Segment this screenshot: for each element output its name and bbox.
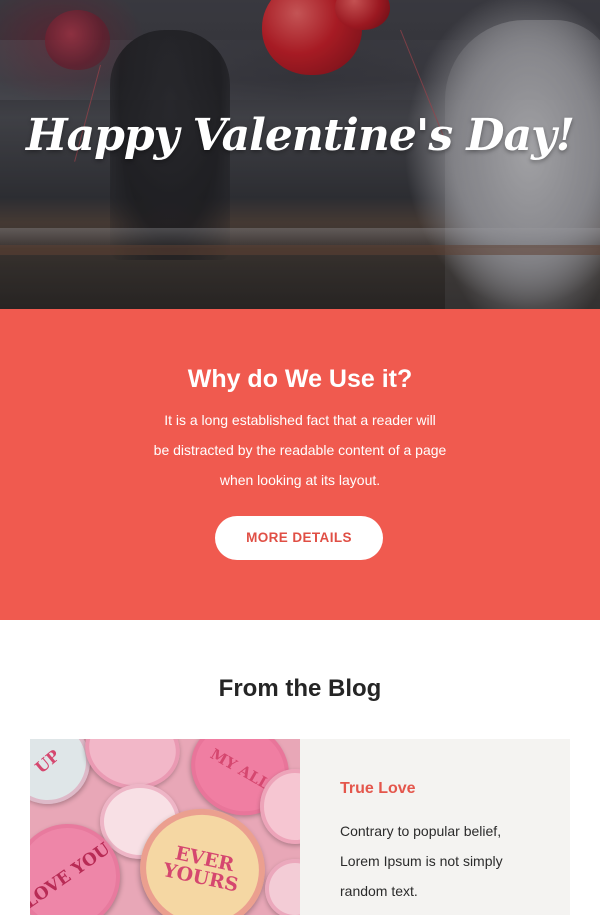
blog-section-title: From the Blog [218,675,382,702]
cta-body-line: be distracted by the readable content of… [153,442,447,458]
more-details-button[interactable]: MORE DETAILS [215,516,383,560]
cta-body-line: when looking at its layout. [219,472,381,488]
blog-post-card: UP MY ALL EVER YOURS LOVE YOU True Love … [30,739,570,915]
cta-heading: Why do We Use it? [187,365,413,393]
blog-post-content: True Love Contrary to popular belief, Lo… [340,777,540,906]
blog-post-excerpt: Contrary to popular belief, Lorem Ipsum … [340,816,540,906]
blog-post-title-link[interactable]: True Love [340,777,540,801]
cta-section: Why do We Use it? It is a long establish… [0,309,600,620]
blog-post-excerpt-line: random text. [340,883,418,899]
candy-heart-icon [265,859,300,915]
blog-post-excerpt-line: Lorem Ipsum is not simply [340,853,503,869]
cta-body-text: It is a long established fact that a rea… [140,405,460,495]
cta-body-line: It is a long established fact that a rea… [164,412,436,428]
blog-post-excerpt-line: Contrary to popular belief, [340,823,502,839]
blog-post-image[interactable]: UP MY ALL EVER YOURS LOVE YOU [30,739,300,915]
hero-banner: Happy Valentine's Day! [0,0,600,309]
hero-title: Happy Valentine's Day! [26,110,575,161]
